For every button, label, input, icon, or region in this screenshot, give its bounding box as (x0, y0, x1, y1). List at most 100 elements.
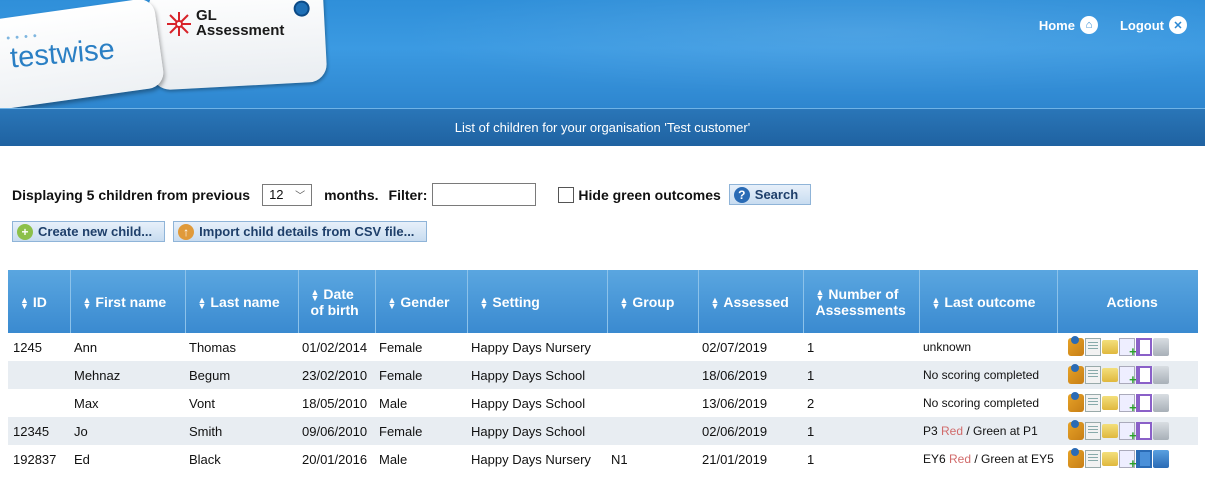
cell-last-outcome: No scoring completed (919, 389, 1058, 417)
search-button[interactable]: ? Search (728, 184, 812, 205)
col-last-name[interactable]: ▲ ▼ Last name (185, 270, 299, 333)
edit-child-icon[interactable] (1067, 392, 1084, 412)
delete-bin-icon[interactable] (1152, 394, 1169, 412)
cell-setting: Happy Days Nursery (471, 451, 591, 467)
filter-input[interactable] (432, 183, 537, 206)
filter-row: Displaying 5 children from previous 12 ﹀… (12, 183, 812, 206)
gl-star-icon (167, 12, 191, 36)
col-first-name[interactable]: ▲ ▼ First name (70, 270, 186, 333)
col-actions: Actions (1057, 270, 1198, 333)
cell-id (8, 361, 70, 389)
view-report-icon[interactable] (1084, 338, 1101, 356)
cell-gender: Male (379, 395, 408, 411)
sort-icon: ▲ ▼ (310, 286, 320, 303)
delete-bin-icon[interactable] (1152, 366, 1169, 384)
cell-num: 1 (803, 417, 919, 445)
print-page-icon[interactable] (1135, 366, 1152, 384)
col-dob[interactable]: ▲ ▼ Date of birth (298, 270, 376, 333)
edit-child-icon[interactable] (1067, 448, 1084, 468)
col-label: Number of Assessments (815, 285, 906, 318)
cell-first: Jo (70, 417, 185, 445)
add-assessment-icon[interactable] (1118, 338, 1137, 359)
months-select[interactable]: 12 ﹀ (262, 183, 313, 206)
cell-last-outcome: EY6 Red / Green at EY5 (919, 445, 1058, 473)
print-page-icon[interactable] (1135, 422, 1152, 440)
cell-num: 1 (807, 339, 815, 355)
hide-green-label: Hide green outcomes (578, 186, 721, 203)
delete-bin-icon[interactable] (1152, 338, 1169, 356)
col-label: Gender (400, 293, 450, 310)
col-last-outcome[interactable]: ▲ ▼ Last outcome (919, 270, 1059, 333)
sort-icon: ▲ ▼ (815, 286, 825, 303)
top-header: GL Assessment • • • • testwise Home ⌂ Lo… (0, 0, 1205, 108)
open-folder-icon[interactable] (1101, 368, 1118, 382)
cell-first: Ann (74, 339, 98, 355)
cell-last: Thomas (189, 339, 236, 355)
view-report-icon[interactable] (1084, 366, 1101, 384)
cell-first: Mehnaz (70, 361, 185, 389)
table-row[interactable]: Max Vont 18/05/2010 Male Happy Days School 13… (8, 389, 1198, 417)
print-page-icon[interactable] (1135, 338, 1152, 356)
table-header-row: ▲ ▼ ID ▲ ▼ First name ▲ ▼ Last name ▲ ▼ Date of … (8, 270, 1198, 333)
home-link-label: Home (1038, 17, 1075, 33)
view-report-icon[interactable] (1084, 422, 1101, 440)
actions-group (1062, 448, 1194, 471)
create-child-button[interactable]: + Create new child... (12, 221, 166, 242)
cell-assessed: 13/06/2019 (702, 395, 768, 411)
actions-group (1062, 336, 1194, 359)
hide-green-checkbox[interactable] (558, 186, 575, 203)
logout-link[interactable]: Logout ✕ (1120, 16, 1187, 34)
open-folder-icon[interactable] (1101, 424, 1118, 438)
col-num-assessments[interactable]: ▲ ▼ Number of Assessments (803, 270, 920, 333)
col-label: Setting (492, 293, 540, 310)
print-page-icon[interactable] (1135, 394, 1152, 412)
sort-icon: ▲ ▼ (931, 294, 941, 311)
import-csv-button[interactable]: ↑ Import child details from CSV file... (173, 221, 428, 242)
view-report-icon[interactable] (1084, 394, 1101, 412)
edit-child-icon[interactable] (1067, 364, 1084, 384)
add-assessment-icon[interactable] (1118, 366, 1137, 387)
delete-bin-icon[interactable] (1152, 450, 1169, 468)
view-report-icon[interactable] (1084, 450, 1101, 468)
col-id[interactable]: ▲ ▼ ID (8, 270, 71, 333)
col-label: ID (32, 293, 47, 310)
cell-last-outcome: No scoring completed (919, 361, 1058, 389)
delete-bin-icon[interactable] (1152, 422, 1169, 440)
edit-child-icon[interactable] (1067, 420, 1084, 440)
sort-icon: ▲ ▼ (619, 294, 629, 311)
col-assessed[interactable]: ▲ ▼ Assessed (698, 270, 804, 333)
open-folder-icon[interactable] (1101, 452, 1118, 466)
search-icon: ? (733, 186, 750, 203)
cell-id: 1245 (13, 339, 42, 355)
cell-id (8, 389, 70, 417)
col-group[interactable]: ▲ ▼ Group (607, 270, 699, 333)
outcome-text: / Green at P1 (963, 424, 1038, 438)
table-row[interactable]: 192837 Ed Black 20/01/2016 Male Happy Days Nu… (8, 445, 1198, 473)
sort-icon: ▲ ▼ (197, 294, 207, 311)
cell-num: 1 (807, 451, 815, 467)
open-folder-icon[interactable] (1101, 340, 1118, 354)
table-row[interactable]: Mehnaz Begum 23/02/2010 Female Happy Days Sc… (8, 361, 1198, 389)
table-row[interactable]: 1245 Ann Thomas 01/02/2014 Female Happy Days … (8, 333, 1198, 361)
col-gender[interactable]: ▲ ▼ Gender (375, 270, 468, 333)
table-row[interactable]: 12345 Jo Smith 09/06/2010 Female Happy Days S… (8, 417, 1198, 445)
cell-gender: Female (379, 339, 423, 355)
home-link[interactable]: Home ⌂ (1039, 16, 1098, 34)
open-folder-icon[interactable] (1101, 396, 1118, 410)
cell-setting: Happy Days Nursery (471, 339, 591, 355)
cell-gender: Female (375, 361, 467, 389)
action-buttons-row: + Create new child... ↑ Import child det… (12, 221, 428, 242)
edit-child-icon[interactable] (1067, 336, 1084, 356)
print-page-icon[interactable] (1135, 450, 1152, 468)
cell-first: Ed (74, 451, 90, 467)
add-assessment-icon[interactable] (1118, 450, 1137, 471)
add-assessment-icon[interactable] (1118, 394, 1137, 415)
cell-setting: Happy Days School (467, 417, 607, 445)
col-setting[interactable]: ▲ ▼ Setting (467, 270, 608, 333)
cell-group (607, 417, 698, 445)
tab-hole (293, 0, 311, 18)
add-assessment-icon[interactable] (1118, 422, 1137, 443)
cell-dob: 01/02/2014 (302, 339, 368, 355)
upload-icon: ↑ (178, 223, 195, 240)
cell-setting: Happy Days School (467, 361, 607, 389)
